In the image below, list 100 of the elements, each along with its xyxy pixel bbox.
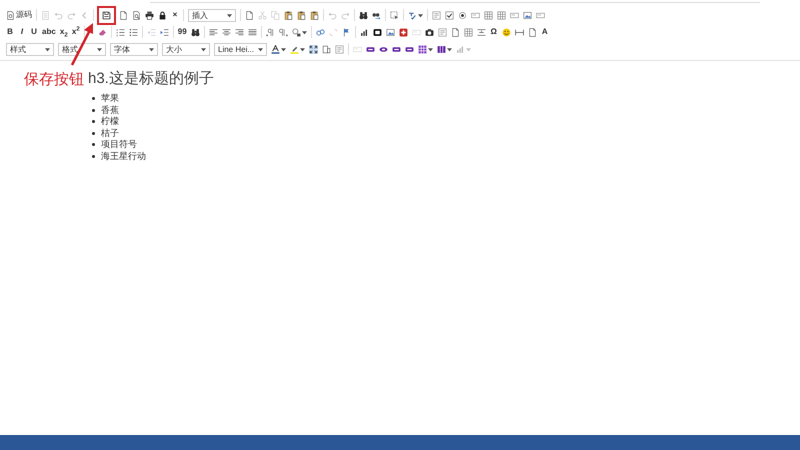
document-icon: [6, 10, 15, 20]
list-item: 桔子: [101, 128, 119, 139]
toolbar-button[interactable]: [269, 42, 288, 56]
caret-icon: [45, 46, 50, 52]
list-item: 柠檬: [101, 116, 119, 128]
toolbar-dropdown[interactable]: 格式: [58, 42, 106, 56]
clipboard-icon: [297, 10, 306, 20]
justify-icon: [248, 28, 257, 36]
document-lines-icon: [41, 10, 50, 20]
list-item: 海王星行动: [101, 150, 146, 162]
heading: h3.这是标题的例子: [88, 69, 215, 89]
columns-icon: [437, 44, 446, 54]
text-field-icon: [353, 44, 362, 54]
text-field-icon: [471, 10, 480, 20]
document-icon: [450, 28, 460, 36]
toolbar-button[interactable]: x$_{2}$: [58, 25, 70, 39]
link-icon: [316, 28, 325, 36]
toolbar-button[interactable]: B: [4, 25, 16, 39]
undo-icon: [54, 10, 63, 20]
outdent-icon: [146, 28, 156, 36]
binoculars-icon: [372, 10, 381, 20]
toolbar-button[interactable]: I: [16, 25, 28, 39]
checkbox-icon: [445, 10, 454, 20]
horizontal-rule-icon: [514, 28, 524, 36]
toolbar-dropdown[interactable]: 插入: [188, 8, 236, 22]
grid-icon: [418, 44, 428, 54]
selection-icon: [390, 10, 399, 20]
list-item: 香蕉: [101, 104, 119, 116]
paragraph-arrow-icon: [266, 28, 275, 36]
bullet-icon: [92, 108, 95, 112]
toolbar-button[interactable]: A: [538, 25, 551, 39]
binoculars-icon: [190, 28, 200, 36]
form-icon: [335, 44, 344, 54]
highlighter-icon: [290, 44, 300, 54]
bullet-icon: [92, 143, 95, 146]
toolbar-dropdown[interactable]: 字体: [110, 42, 158, 56]
bullet-icon: [92, 120, 95, 124]
binoculars-icon: [359, 10, 368, 20]
caret-icon: [201, 46, 206, 52]
caret-icon: [258, 46, 264, 52]
toolbar-button[interactable]: Ω: [488, 25, 500, 39]
document-magnifier-icon: [132, 10, 141, 20]
bullet-icon: [92, 132, 95, 135]
caret-icon: [149, 46, 154, 52]
annotation-arrow: [70, 22, 96, 66]
form-icon: [438, 28, 447, 36]
floppy-icon: [102, 10, 111, 20]
toolbar-button[interactable]: 源码: [4, 8, 34, 22]
toolbar-button[interactable]: ×: [169, 8, 181, 22]
clipboard-icon: [284, 10, 293, 20]
film-icon: [372, 28, 382, 36]
redo-icon: [341, 10, 350, 20]
text-color-icon: [271, 44, 280, 54]
picture-icon: [386, 28, 395, 36]
form-icon: [432, 10, 441, 20]
toolbar-dropdown[interactable]: 样式: [6, 42, 54, 56]
table-icon: [484, 10, 493, 20]
toolbar-dropdown[interactable]: 大小: [162, 42, 210, 56]
maximize-icon: [309, 44, 318, 54]
scissors-icon: [258, 10, 267, 20]
toolbar-button[interactable]: U: [28, 25, 40, 39]
align-right-icon: [234, 28, 244, 36]
clipboard-icon: [310, 10, 319, 20]
pill-icon: [366, 44, 376, 54]
caret-icon: [97, 46, 102, 52]
bar-chart-icon: [456, 44, 466, 54]
numbered-list-icon: [116, 28, 125, 36]
copy-icon: [271, 10, 280, 20]
broken-link-icon: [328, 28, 338, 36]
toolbar-dropdown[interactable]: Line Hei...: [214, 42, 268, 56]
toolbar-button[interactable]: 99: [176, 25, 189, 39]
toolbar-button[interactable]: x$^{2}$: [70, 25, 82, 39]
oval-icon: [379, 44, 388, 54]
printer-icon: [145, 10, 154, 20]
bullet-icon: [92, 97, 95, 100]
eraser-icon: [98, 28, 107, 36]
plus-icon: [398, 28, 408, 36]
save-button[interactable]: [97, 6, 116, 24]
toolbar-button[interactable]: abc: [40, 25, 58, 39]
chevron-icon: [80, 10, 89, 20]
radio-icon: [458, 10, 467, 20]
list-item: 项目符号: [101, 139, 137, 150]
spellcheck-icon: [408, 10, 417, 20]
document-icon: [245, 10, 254, 20]
picture-icon: [523, 10, 532, 20]
align-left-icon: [208, 28, 218, 36]
text-field-icon: [510, 10, 519, 20]
redo-icon: [67, 10, 76, 20]
table-icon: [464, 28, 473, 36]
paragraph-arrow-icon: [278, 28, 288, 36]
text-field-icon: [536, 10, 545, 20]
table-icon: [497, 10, 506, 20]
indent-icon: [160, 28, 169, 36]
padlock-icon: [158, 10, 167, 20]
document-icon: [528, 28, 537, 36]
toolbar-button[interactable]: [307, 42, 320, 56]
document-icon: [119, 10, 128, 20]
bulleted-list-icon: [128, 28, 138, 36]
annotation-label: 保存按钮: [24, 70, 84, 90]
list-item: 苹果: [101, 93, 119, 104]
